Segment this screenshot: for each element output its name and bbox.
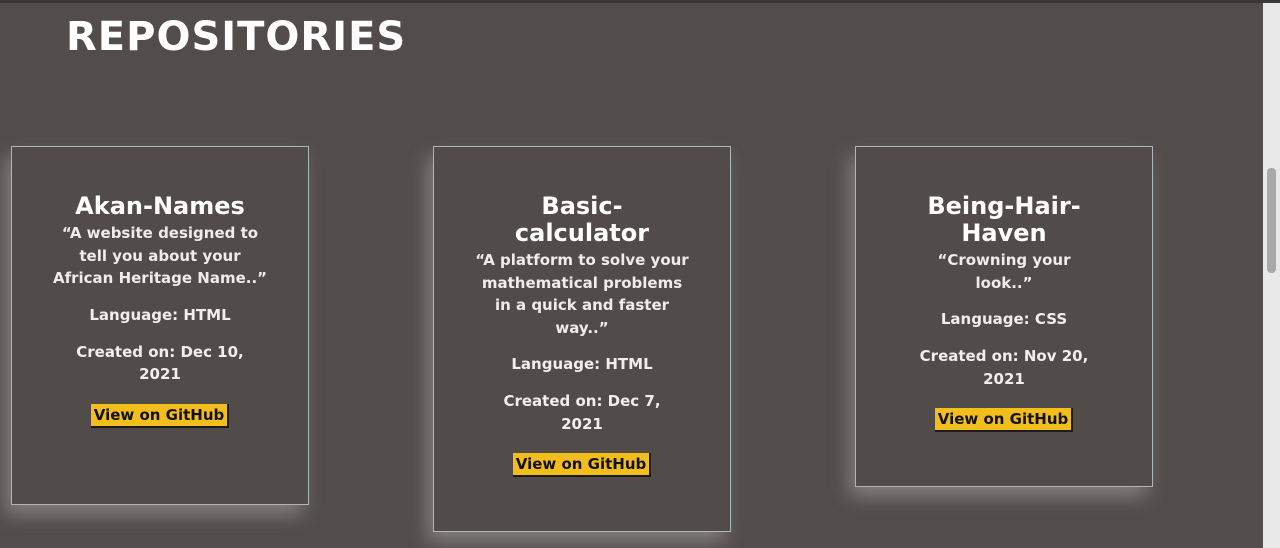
top-edge [0,0,1280,3]
scrollbar-thumb[interactable] [1267,168,1276,273]
repo-created-date: Created on: Nov 20, 2021 [919,347,1089,388]
repo-card: Akan-Names “A website designed to tell y… [11,146,309,505]
repo-name: Being-Hair-Haven [927,192,1081,247]
page-title: REPOSITORIES [66,14,407,60]
repo-language: Language: CSS [940,310,1068,328]
repo-description: “Crowning your look..” [937,251,1071,292]
view-on-github-button[interactable]: View on GitHub [90,403,230,428]
repo-name: Akan-Names [75,192,245,220]
repo-created-date: Created on: Dec 10, 2021 [76,342,244,384]
view-on-github-button[interactable]: View on GitHub [934,408,1074,432]
view-on-github-button[interactable]: View on GitHub [512,453,652,477]
repo-name: Basic-calculator [514,192,650,247]
repo-card: Basic-calculator “A platform to solve yo… [433,146,731,532]
repo-language: Language: HTML [511,355,653,373]
repo-created-date: Created on: Dec 7, 2021 [503,392,661,433]
repo-description: “A website designed to tell you about yo… [52,224,267,287]
repo-card: Being-Hair-Haven “Crowning your look..” … [855,146,1153,487]
repo-description: “A platform to solve your mathematical p… [475,251,689,337]
vertical-scrollbar[interactable] [1263,3,1280,548]
repo-language: Language: HTML [89,305,231,324]
